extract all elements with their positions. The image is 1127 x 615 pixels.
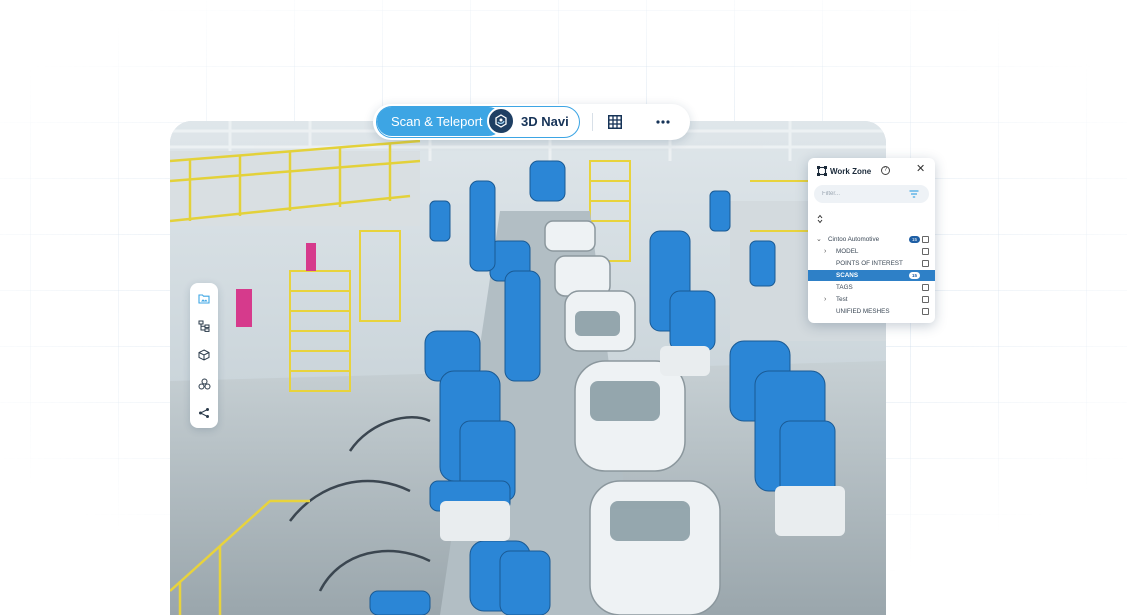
tree-item-checkbox[interactable] <box>922 260 929 267</box>
rail-button-layers[interactable] <box>194 374 214 394</box>
toolbar-divider <box>592 113 593 131</box>
tree-item-test[interactable]: › Test <box>808 294 935 305</box>
3d-navi-label: 3D Navi <box>521 114 569 129</box>
work-zone-panel: Work Zone ? ✕ ⌄ Cintoo Automotive 15 › M… <box>808 158 935 323</box>
help-icon[interactable]: ? <box>881 166 890 175</box>
3d-navi-mode-button[interactable]: 3D Navi <box>521 107 569 136</box>
tree-item-model[interactable]: › MODEL <box>808 246 935 257</box>
share-icon <box>199 408 209 418</box>
grid-view-button[interactable] <box>604 111 626 133</box>
tree-item-label: Cintoo Automotive <box>828 236 880 243</box>
grid-icon <box>608 115 622 129</box>
chevron-right-icon[interactable]: › <box>824 294 826 305</box>
sort-icon[interactable] <box>817 214 823 224</box>
chevron-down-icon[interactable]: ⌄ <box>816 234 822 245</box>
tree-item-checkbox[interactable] <box>922 284 929 291</box>
tree-item-label: UNIFIED MESHES <box>836 308 890 315</box>
tree-item-checkbox[interactable] <box>922 308 929 315</box>
more-icon <box>656 120 670 124</box>
rail-button-share[interactable] <box>194 403 214 423</box>
close-icon[interactable]: ✕ <box>916 164 925 175</box>
rail-button-cube[interactable] <box>194 345 214 365</box>
tree-item-checkbox[interactable] <box>922 248 929 255</box>
scan-teleport-mode-button[interactable]: Scan & Teleport <box>377 107 503 136</box>
panel-title: Work Zone <box>830 167 872 176</box>
tree-item-scans[interactable]: SCANS 15 <box>808 270 935 281</box>
layers-icon <box>198 378 210 390</box>
view-mode-toolbar: Scan & Teleport 3D Navi <box>373 104 690 140</box>
tree-item-label: TAGS <box>836 284 853 291</box>
tree-item-points-of-interest[interactable]: POINTS OF INTEREST <box>808 258 935 269</box>
scan-teleport-label: Scan & Teleport <box>391 114 483 129</box>
tree-item-label: POINTS OF INTEREST <box>836 260 903 267</box>
3d-viewport[interactable] <box>170 121 886 615</box>
filter-icon[interactable] <box>909 190 919 198</box>
folder-image-icon <box>198 293 210 304</box>
chevron-right-icon[interactable]: › <box>824 246 826 257</box>
tree-item-unified-meshes[interactable]: UNIFIED MESHES <box>808 306 935 317</box>
toggle-knob-teleport-icon[interactable] <box>487 107 515 135</box>
cube-icon <box>198 349 210 361</box>
left-tool-rail <box>190 283 218 428</box>
tree-item-label: SCANS <box>836 272 859 279</box>
work-zone-icon <box>817 166 827 176</box>
more-options-button[interactable] <box>652 111 674 133</box>
tree-item-cintoo-automotive[interactable]: ⌄ Cintoo Automotive 15 <box>808 234 935 245</box>
tree-item-checkbox[interactable] <box>922 236 929 243</box>
tree-item-checkbox[interactable] <box>922 296 929 303</box>
rail-button-folder[interactable] <box>194 288 214 308</box>
navigation-mode-toggle[interactable]: Scan & Teleport 3D Navi <box>376 106 580 138</box>
tree-item-label: Test <box>836 296 848 303</box>
count-badge: 15 <box>909 236 920 243</box>
count-badge: 15 <box>909 272 920 279</box>
tree-item-tags[interactable]: TAGS <box>808 282 935 293</box>
factory-scene-image <box>170 121 886 615</box>
hierarchy-icon <box>198 320 210 332</box>
rail-button-hierarchy[interactable] <box>194 316 214 336</box>
tree-item-label: MODEL <box>836 248 859 255</box>
